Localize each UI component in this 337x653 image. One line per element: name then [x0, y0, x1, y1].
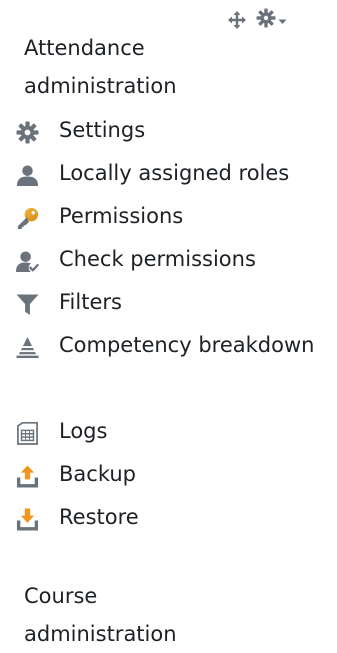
menu-link-competency-breakdown[interactable]: Competency breakdown: [59, 333, 314, 357]
menu-item-check-permissions: Check permissions: [16, 240, 337, 283]
gear-icon: [16, 121, 39, 144]
menu-link-check-permissions[interactable]: Check permissions: [59, 247, 256, 271]
key-icon: [16, 207, 39, 230]
menu-item-locally-assigned-roles: Locally assigned roles: [16, 154, 337, 197]
logs-icon: [16, 422, 39, 445]
user-icon: [16, 164, 39, 187]
menu-link-backup[interactable]: Backup: [59, 462, 136, 486]
menu-link-settings[interactable]: Settings: [59, 118, 145, 142]
block-title: Attendance administration: [24, 36, 177, 98]
administration-block: Attendance administration Settings Local…: [0, 0, 337, 646]
gear-icon: [256, 8, 276, 32]
menu-link-locally-assigned-roles[interactable]: Locally assigned roles: [59, 161, 289, 185]
course-administration-title[interactable]: Course administration: [24, 577, 244, 653]
menu-link-permissions[interactable]: Permissions: [59, 204, 183, 228]
menu-item-logs: Logs: [16, 412, 337, 455]
backup-icon: [16, 465, 39, 488]
move-icon[interactable]: [228, 11, 246, 29]
menu-item-restore: Restore: [16, 498, 337, 541]
menu-link-filters[interactable]: Filters: [59, 290, 122, 314]
menu-item-filters: Filters: [16, 283, 337, 326]
block-actions-menu[interactable]: [256, 8, 287, 32]
menu-item-settings: Settings: [16, 111, 337, 154]
admin-menu-list: Settings Locally assigned roles Permissi…: [16, 111, 337, 541]
menu-item-competency-breakdown: Competency breakdown: [16, 326, 337, 412]
competency-icon: [16, 336, 39, 359]
caret-down-icon: [276, 11, 287, 30]
menu-item-permissions: Permissions: [16, 197, 337, 240]
menu-item-backup: Backup: [16, 455, 337, 498]
menu-link-restore[interactable]: Restore: [59, 505, 139, 529]
menu-link-logs[interactable]: Logs: [59, 419, 107, 443]
filter-icon: [16, 293, 39, 316]
user-check-icon: [16, 250, 39, 273]
restore-icon: [16, 508, 39, 531]
